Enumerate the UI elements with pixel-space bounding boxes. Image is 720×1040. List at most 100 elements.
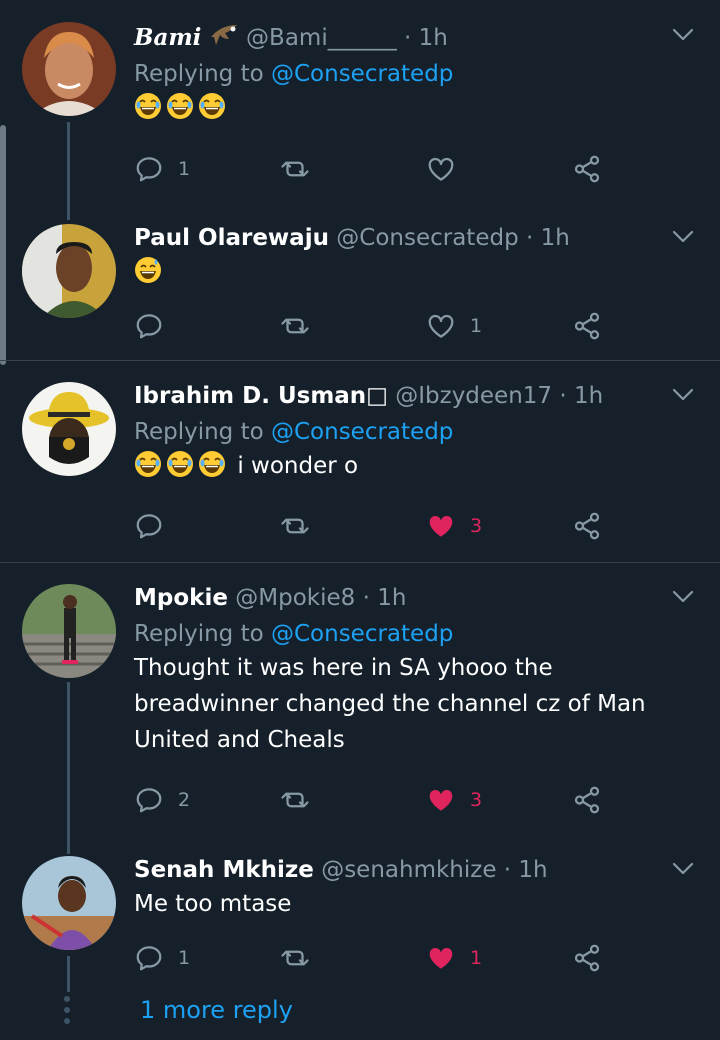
tweet-header: Senah Mkhize @senahmkhize · 1h bbox=[134, 854, 660, 886]
tweet-body: Me too mtase bbox=[134, 891, 292, 917]
share-button[interactable] bbox=[572, 941, 602, 975]
share-button[interactable] bbox=[572, 152, 602, 186]
timestamp[interactable]: 1h bbox=[377, 585, 406, 611]
like-icon bbox=[426, 311, 456, 341]
retweet-button[interactable] bbox=[280, 509, 310, 543]
reply-button[interactable]: 1 bbox=[134, 941, 190, 975]
tweet-header: Paul Olarewaju @Consecratedp · 1h bbox=[134, 222, 660, 254]
chevron-down-icon[interactable] bbox=[672, 590, 694, 604]
tears-of-joy-emoji-icon bbox=[166, 92, 194, 120]
retweet-button[interactable] bbox=[280, 783, 310, 817]
eagle-icon bbox=[209, 23, 239, 49]
display-name[interactable]: Mpokie bbox=[134, 585, 228, 611]
chevron-down-icon[interactable] bbox=[672, 230, 694, 244]
avatar[interactable] bbox=[22, 584, 116, 678]
tweet-text-line: breadwinner changed the channel cz of Ma… bbox=[134, 691, 646, 717]
reply-count: 2 bbox=[178, 789, 191, 811]
handle[interactable]: @Consecratedp bbox=[336, 225, 518, 251]
display-name[interactable]: Paul Olarewaju bbox=[134, 225, 329, 251]
timestamp[interactable]: 1h bbox=[419, 25, 448, 51]
scrollbar[interactable] bbox=[0, 125, 6, 365]
share-button[interactable] bbox=[572, 309, 602, 343]
reply-icon bbox=[134, 154, 164, 184]
retweet-icon bbox=[280, 311, 310, 341]
timestamp[interactable]: 1h bbox=[574, 383, 603, 409]
dot-separator: · bbox=[362, 585, 370, 611]
dot-separator: · bbox=[559, 383, 567, 409]
share-button[interactable] bbox=[572, 509, 602, 543]
reply-button[interactable]: 1 bbox=[134, 152, 190, 186]
retweet-button[interactable] bbox=[280, 309, 310, 343]
more-replies-link[interactable]: 1 more reply bbox=[140, 996, 293, 1024]
like-button[interactable]: 3 bbox=[426, 509, 482, 543]
handle[interactable]: @senahmkhize bbox=[321, 857, 496, 883]
share-button[interactable] bbox=[572, 783, 602, 817]
avatar[interactable] bbox=[22, 382, 116, 476]
retweet-button[interactable] bbox=[280, 152, 310, 186]
handle[interactable]: @Mpokie8 bbox=[235, 585, 355, 611]
like-count: 1 bbox=[470, 947, 483, 969]
avatar[interactable] bbox=[22, 224, 116, 318]
chevron-down-icon[interactable] bbox=[672, 28, 694, 42]
like-button[interactable]: 1 bbox=[426, 941, 482, 975]
tears-of-joy-emoji-icon bbox=[166, 450, 194, 478]
retweet-icon bbox=[280, 511, 310, 541]
chevron-down-icon[interactable] bbox=[672, 862, 694, 876]
tears-of-joy-emoji-icon bbox=[198, 450, 226, 478]
replying-to: Replying to @Consecratedp bbox=[134, 618, 660, 650]
tweet-text bbox=[134, 90, 660, 126]
display-name[interactable]: Senah Mkhize bbox=[134, 857, 314, 883]
avatar[interactable] bbox=[22, 22, 116, 116]
like-button[interactable]: 1 bbox=[426, 309, 482, 343]
dot-separator: · bbox=[404, 25, 412, 51]
liked-heart-icon bbox=[426, 943, 456, 973]
tweet-header: Bami @Bami______ · 1h bbox=[134, 22, 660, 54]
replying-to: Replying to @Consecratedp bbox=[134, 58, 660, 90]
reply-button[interactable]: 2 bbox=[134, 783, 190, 817]
reply-icon bbox=[134, 943, 164, 973]
share-icon bbox=[572, 785, 602, 815]
tweet-text: Thought it was here in SA yhooo the brea… bbox=[134, 650, 660, 758]
reply-button[interactable] bbox=[134, 309, 164, 343]
share-icon bbox=[572, 943, 602, 973]
tweet-header: Mpokie @Mpokie8 · 1h bbox=[134, 582, 660, 614]
tweet-body: i wonder o bbox=[237, 453, 359, 479]
avatar[interactable] bbox=[22, 856, 116, 950]
like-icon bbox=[426, 154, 456, 184]
thread-dots bbox=[64, 996, 72, 1029]
thread-line bbox=[67, 956, 70, 992]
tears-of-joy-emoji-icon bbox=[198, 92, 226, 120]
like-count: 1 bbox=[470, 315, 483, 337]
divider bbox=[0, 360, 720, 361]
share-icon bbox=[572, 154, 602, 184]
mention-link[interactable]: @Consecratedp bbox=[271, 621, 453, 647]
thread-line bbox=[67, 682, 70, 854]
display-name[interactable]: Bami bbox=[134, 24, 201, 51]
mention-link[interactable]: @Consecratedp bbox=[271, 419, 453, 445]
tears-of-joy-emoji-icon bbox=[134, 92, 162, 120]
timestamp[interactable]: 1h bbox=[541, 225, 570, 251]
reply-count: 1 bbox=[178, 158, 191, 180]
chevron-down-icon[interactable] bbox=[672, 388, 694, 402]
replying-prefix: Replying to bbox=[134, 621, 264, 647]
timestamp[interactable]: 1h bbox=[518, 857, 547, 883]
reply-button[interactable] bbox=[134, 509, 164, 543]
display-name-suffix: □ bbox=[366, 383, 388, 409]
divider bbox=[0, 562, 720, 563]
handle[interactable]: @Ibzydeen17 bbox=[395, 383, 552, 409]
handle[interactable]: @Bami______ bbox=[246, 25, 397, 51]
like-button[interactable] bbox=[426, 152, 456, 186]
liked-heart-icon bbox=[426, 511, 456, 541]
thread-line bbox=[67, 122, 70, 220]
replying-to: Replying to @Consecratedp bbox=[134, 416, 660, 448]
like-button[interactable]: 3 bbox=[426, 783, 482, 817]
tweet-text-line: United and Cheals bbox=[134, 727, 345, 753]
tears-of-joy-emoji-icon bbox=[134, 450, 162, 478]
retweet-icon bbox=[280, 943, 310, 973]
replying-prefix: Replying to bbox=[134, 61, 264, 87]
tweet-header: Ibrahim D. Usman□ @Ibzydeen17 · 1h bbox=[134, 380, 660, 412]
retweet-button[interactable] bbox=[280, 941, 310, 975]
mention-link[interactable]: @Consecratedp bbox=[271, 61, 453, 87]
like-count: 3 bbox=[470, 515, 483, 537]
display-name[interactable]: Ibrahim D. Usman bbox=[134, 383, 366, 409]
